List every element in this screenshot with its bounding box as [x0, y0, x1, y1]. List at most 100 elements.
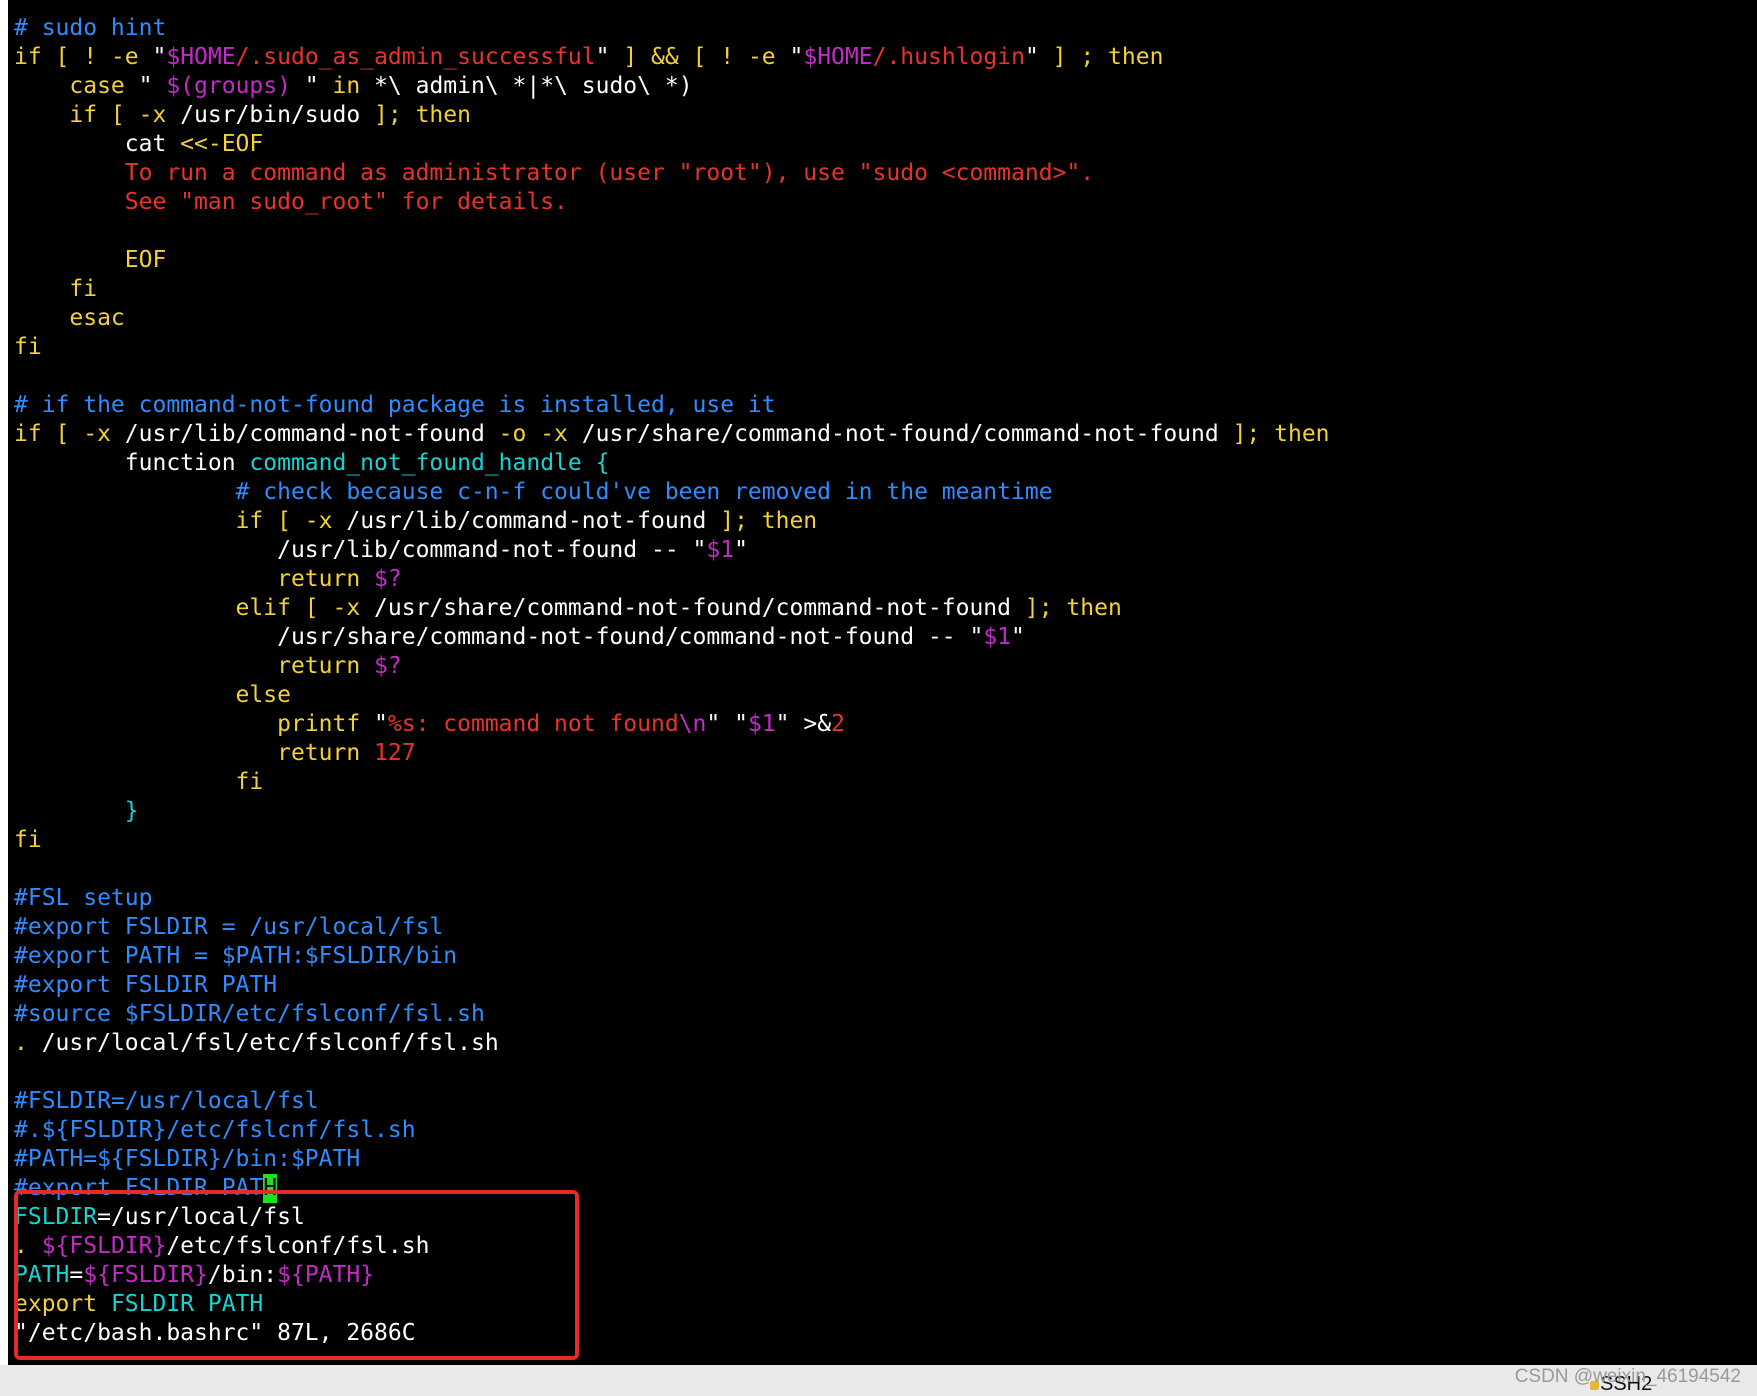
code-token: /usr/share/command-not-found/command-not…	[581, 421, 1219, 447]
terminal-line: return 127	[14, 739, 1330, 768]
terminal-line: fi	[14, 826, 1330, 855]
code-token: .	[14, 1030, 42, 1056]
code-token: ]; then	[360, 102, 471, 128]
code-token: if [ ! -e	[14, 44, 153, 70]
code-token: /.hushlogin	[872, 44, 1025, 70]
code-token: #export PATH = $PATH:$FSLDIR/bin	[14, 943, 458, 969]
terminal-line: To run a command as administrator (user …	[14, 159, 1330, 188]
terminal-line: /usr/lib/command-not-found -- "$1"	[14, 536, 1330, 565]
code-token: fi	[14, 827, 42, 853]
code-token: printf	[14, 711, 375, 737]
code-token: if [ -x	[14, 421, 125, 447]
terminal-line: # sudo hint	[14, 14, 1330, 43]
code-token: "	[1011, 624, 1025, 650]
code-token: /usr/bin/sudo	[180, 102, 361, 128]
code-token: *\ admin\ *|*\ sudo\ *)	[360, 73, 693, 99]
terminal-line: # if the command-not-found package is in…	[14, 391, 1330, 420]
code-token: fi	[14, 276, 98, 302]
code-token: command_not_found_handle {	[249, 450, 610, 476]
code-token: $HOME	[803, 44, 873, 70]
terminal-line: #FSL setup	[14, 884, 1330, 913]
terminal-line: case " $(groups) " in *\ admin\ *|*\ sud…	[14, 72, 1330, 101]
terminal-line: if [ -x /usr/lib/command-not-found -o -x…	[14, 420, 1330, 449]
code-token: if [ -x	[14, 508, 347, 534]
code-token: "	[138, 73, 167, 99]
code-token: /usr/share/command-not-found/command-not…	[374, 595, 1012, 621]
terminal-line: fi	[14, 768, 1330, 797]
code-token: esac	[14, 305, 125, 331]
code-token: ]; then	[706, 508, 818, 534]
code-token: $1	[983, 624, 1012, 650]
code-token: /usr/local/fsl/etc/fslconf/fsl.sh	[41, 1030, 499, 1056]
terminal-line: . /usr/local/fsl/etc/fslconf/fsl.sh	[14, 1029, 1330, 1058]
code-token: "	[1024, 44, 1039, 70]
code-token: "	[789, 44, 804, 70]
terminal-line: See "man sudo_root" for details.	[14, 188, 1330, 217]
terminal-window[interactable]: # sudo hint if [ ! -e "$HOME/.sudo_as_adm…	[8, 0, 1757, 1365]
code-token: $?	[374, 566, 402, 592]
code-token: "	[969, 624, 984, 650]
terminal-line: printf "%s: command not found\n" "$1" >&…	[14, 710, 1330, 739]
code-token: "	[706, 711, 735, 737]
code-token: ]; then	[1218, 421, 1330, 447]
code-token: ] ; then	[1038, 44, 1164, 70]
code-token: ] && [ ! -e	[609, 44, 790, 70]
code-token: #FSLDIR=/usr/local/fsl	[14, 1088, 319, 1114]
code-token: function	[14, 450, 250, 476]
terminal-line: elif [ -x /usr/share/command-not-found/c…	[14, 594, 1330, 623]
code-token: $1	[706, 537, 735, 563]
code-token: %s: command not found	[387, 711, 679, 737]
terminal-line: #FSLDIR=/usr/local/fsl	[14, 1087, 1330, 1116]
terminal-line: if [ -x /usr/bin/sudo ]; then	[14, 101, 1330, 130]
code-token: "	[374, 711, 388, 737]
code-token: \n	[678, 711, 707, 737]
terminal-line: return $?	[14, 652, 1330, 681]
code-token: -o -x	[484, 421, 582, 447]
watermark-text: CSDN @weixin_46194542	[1514, 1366, 1741, 1387]
code-token: fi	[14, 334, 42, 360]
code-token: EOF	[14, 247, 167, 273]
code-token: /usr/lib/command-not-found	[124, 421, 485, 447]
code-token: #PATH=${FSLDIR}/bin:$PATH	[14, 1146, 361, 1172]
code-token: See "man sudo_root" for details.	[14, 189, 568, 215]
red-highlight-box	[14, 1190, 579, 1360]
terminal-line: fi	[14, 333, 1330, 362]
code-token: $HOME	[166, 44, 236, 70]
code-token: "	[290, 73, 333, 99]
terminal-line: cat <<-EOF	[14, 130, 1330, 159]
code-token: $1	[747, 711, 776, 737]
terminal-line: else	[14, 681, 1330, 710]
terminal-line: #export FSLDIR PATH	[14, 971, 1330, 1000]
terminal-line: esac	[14, 304, 1330, 333]
status-strip	[0, 1365, 1757, 1396]
code-token: return	[14, 653, 375, 679]
terminal-line: if [ ! -e "$HOME/.sudo_as_admin_successf…	[14, 43, 1330, 72]
terminal-line: # check because c-n-f could've been remo…	[14, 478, 1330, 507]
code-token: "	[775, 711, 804, 737]
code-token: >&	[803, 711, 832, 737]
code-token: "	[692, 537, 707, 563]
terminal-line: fi	[14, 275, 1330, 304]
terminal-line: EOF	[14, 246, 1330, 275]
code-token: if [ -x	[14, 102, 181, 128]
terminal-line: #PATH=${FSLDIR}/bin:$PATH	[14, 1145, 1330, 1174]
terminal-line: function command_not_found_handle {	[14, 449, 1330, 478]
code-token: #source $FSLDIR/etc/fslconf/fsl.sh	[14, 1001, 485, 1027]
code-token: "	[595, 44, 610, 70]
code-token: in	[332, 73, 361, 99]
code-token: /.sudo_as_admin_successful	[235, 44, 596, 70]
terminal-text-area[interactable]: # sudo hint if [ ! -e "$HOME/.sudo_as_adm…	[14, 14, 1330, 1348]
code-token: }	[14, 798, 139, 824]
code-token: #.${FSLDIR}/etc/fslcnf/fsl.sh	[14, 1117, 416, 1143]
code-token: /usr/lib/command-not-found	[346, 508, 707, 534]
code-token: $?	[374, 653, 402, 679]
terminal-line: #export FSLDIR = /usr/local/fsl	[14, 913, 1330, 942]
terminal-line: if [ -x /usr/lib/command-not-found ]; th…	[14, 507, 1330, 536]
code-token: case	[14, 73, 139, 99]
terminal-line: #source $FSLDIR/etc/fslconf/fsl.sh	[14, 1000, 1330, 1029]
terminal-line: return $?	[14, 565, 1330, 594]
